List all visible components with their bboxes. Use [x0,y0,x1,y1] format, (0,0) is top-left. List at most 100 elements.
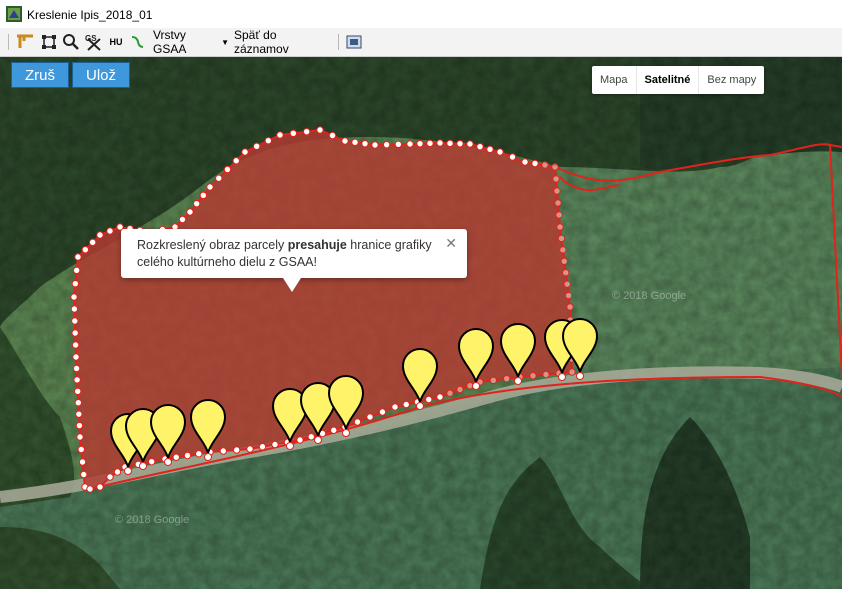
vertex-handle[interactable] [215,174,223,182]
vertex-handle[interactable] [307,433,315,441]
vertex-handle[interactable] [113,468,122,476]
vertex-handle[interactable] [72,266,81,275]
vertex-handle[interactable] [296,436,304,444]
vertex-handle[interactable] [70,305,79,313]
vertex-handle[interactable] [276,131,284,139]
vertex-handle[interactable] [71,341,80,349]
vertex-handle[interactable] [74,253,82,261]
draw-line-icon[interactable] [128,32,146,52]
vertex-handle[interactable] [232,446,241,454]
map-type-none[interactable]: Bez mapy [698,66,764,94]
vertex-handle[interactable] [341,137,349,145]
cancel-button[interactable]: Zruš [11,62,69,88]
hu-button[interactable]: HU [106,32,126,52]
satellite-map[interactable] [0,57,842,589]
vertex-handle[interactable] [552,175,560,183]
vertex-handle[interactable] [353,418,362,426]
vertex-handle[interactable] [521,158,529,166]
vertex-handle[interactable] [258,443,267,451]
vertex-handle[interactable] [186,208,194,216]
vertex-handle[interactable] [378,408,387,416]
vertex-handle[interactable] [195,450,203,458]
vertex-handle[interactable] [406,140,414,148]
back-to-records-button[interactable]: Späť do záznamov [234,28,334,56]
vertex-handle[interactable] [456,385,464,394]
vertex-handle[interactable] [559,246,567,254]
vertex-handle[interactable] [106,473,114,481]
vertex-handle[interactable] [271,440,279,449]
vertex-handle[interactable] [223,165,232,174]
vertex-handle[interactable] [74,399,82,407]
vertex-handle[interactable] [77,445,85,454]
vertex-handle[interactable] [391,403,399,411]
vertex-handle[interactable] [330,426,338,434]
vertex-handle[interactable] [446,389,454,397]
vertex-handle[interactable] [425,395,433,404]
vertex-handle[interactable] [351,138,359,147]
vertex-handle[interactable] [382,140,391,149]
vertex-handle[interactable] [172,453,180,461]
vertex-handle[interactable] [72,364,81,373]
vertex-handle[interactable] [328,131,337,140]
gs-remove-icon[interactable]: GS [83,32,105,52]
vertex-handle[interactable] [366,413,374,421]
vertex-handle[interactable] [563,280,571,288]
zoom-icon[interactable] [60,32,82,52]
vertex-handle[interactable] [147,457,156,466]
vertex-handle[interactable] [73,376,81,384]
vertex-handle[interactable] [76,433,84,441]
vertex-handle[interactable] [71,329,79,337]
vertex-handle[interactable] [529,372,537,380]
vertex-handle[interactable] [564,291,573,300]
vertex-handle[interactable] [252,142,261,151]
vertex-handle[interactable] [78,458,87,466]
vertex-handle[interactable] [316,126,324,134]
vertex-handle[interactable] [241,148,249,156]
vertex-handle[interactable] [81,245,90,254]
vertex-handle[interactable] [560,257,568,265]
vertex-handle[interactable] [553,187,561,195]
map-view[interactable]: Zruš Ulož Mapa Satelitné Bez mapy Rozkre… [0,57,842,589]
vertex-handle[interactable] [566,303,574,311]
vertex-handle[interactable] [70,293,78,301]
vertex-handle[interactable] [361,139,369,148]
vertex-handle[interactable] [106,227,114,235]
vertex-handle[interactable] [556,223,564,231]
vertex-handle[interactable] [88,238,97,247]
map-type-map[interactable]: Mapa [592,66,636,94]
vertex-handle[interactable] [71,279,80,288]
vertex-handle[interactable] [486,145,494,154]
vertex-handle[interactable] [232,157,240,165]
vertex-handle[interactable] [531,159,539,168]
vertex-handle[interactable] [192,199,201,208]
vertex-handle[interactable] [436,139,444,147]
vertex-handle[interactable] [436,393,444,401]
vertex-handle[interactable] [426,139,434,148]
vertex-handle[interactable] [74,387,82,395]
vertex-handle[interactable] [496,148,504,156]
vertex-handle[interactable] [416,139,424,148]
vertex-handle[interactable] [502,374,511,383]
measure-icon[interactable] [13,32,37,52]
save-button[interactable]: Ulož [72,62,130,88]
layers-dropdown[interactable]: Vrstvy GSAA ▼ [153,28,229,56]
vertex-handle[interactable] [96,483,104,491]
select-polygon-icon[interactable] [38,32,60,52]
vertex-handle[interactable] [508,153,517,161]
vertex-handle[interactable] [394,140,403,149]
vertex-handle[interactable] [72,353,80,361]
vertex-handle[interactable] [489,376,498,385]
vertex-handle[interactable] [75,421,84,430]
vertex-handle[interactable] [86,485,94,493]
map-type-satellite[interactable]: Satelitné [635,66,699,94]
vertex-handle[interactable] [541,161,549,169]
vertex-handle[interactable] [219,447,228,455]
vertex-handle[interactable] [75,410,83,418]
vertex-handle[interactable] [562,269,570,277]
vertex-handle[interactable] [371,141,379,149]
vertex-handle[interactable] [302,127,311,136]
vertex-handle[interactable] [199,191,208,200]
vertex-handle[interactable] [554,199,562,207]
vertex-handle[interactable] [551,163,559,171]
vertex-handle[interactable] [289,129,298,138]
